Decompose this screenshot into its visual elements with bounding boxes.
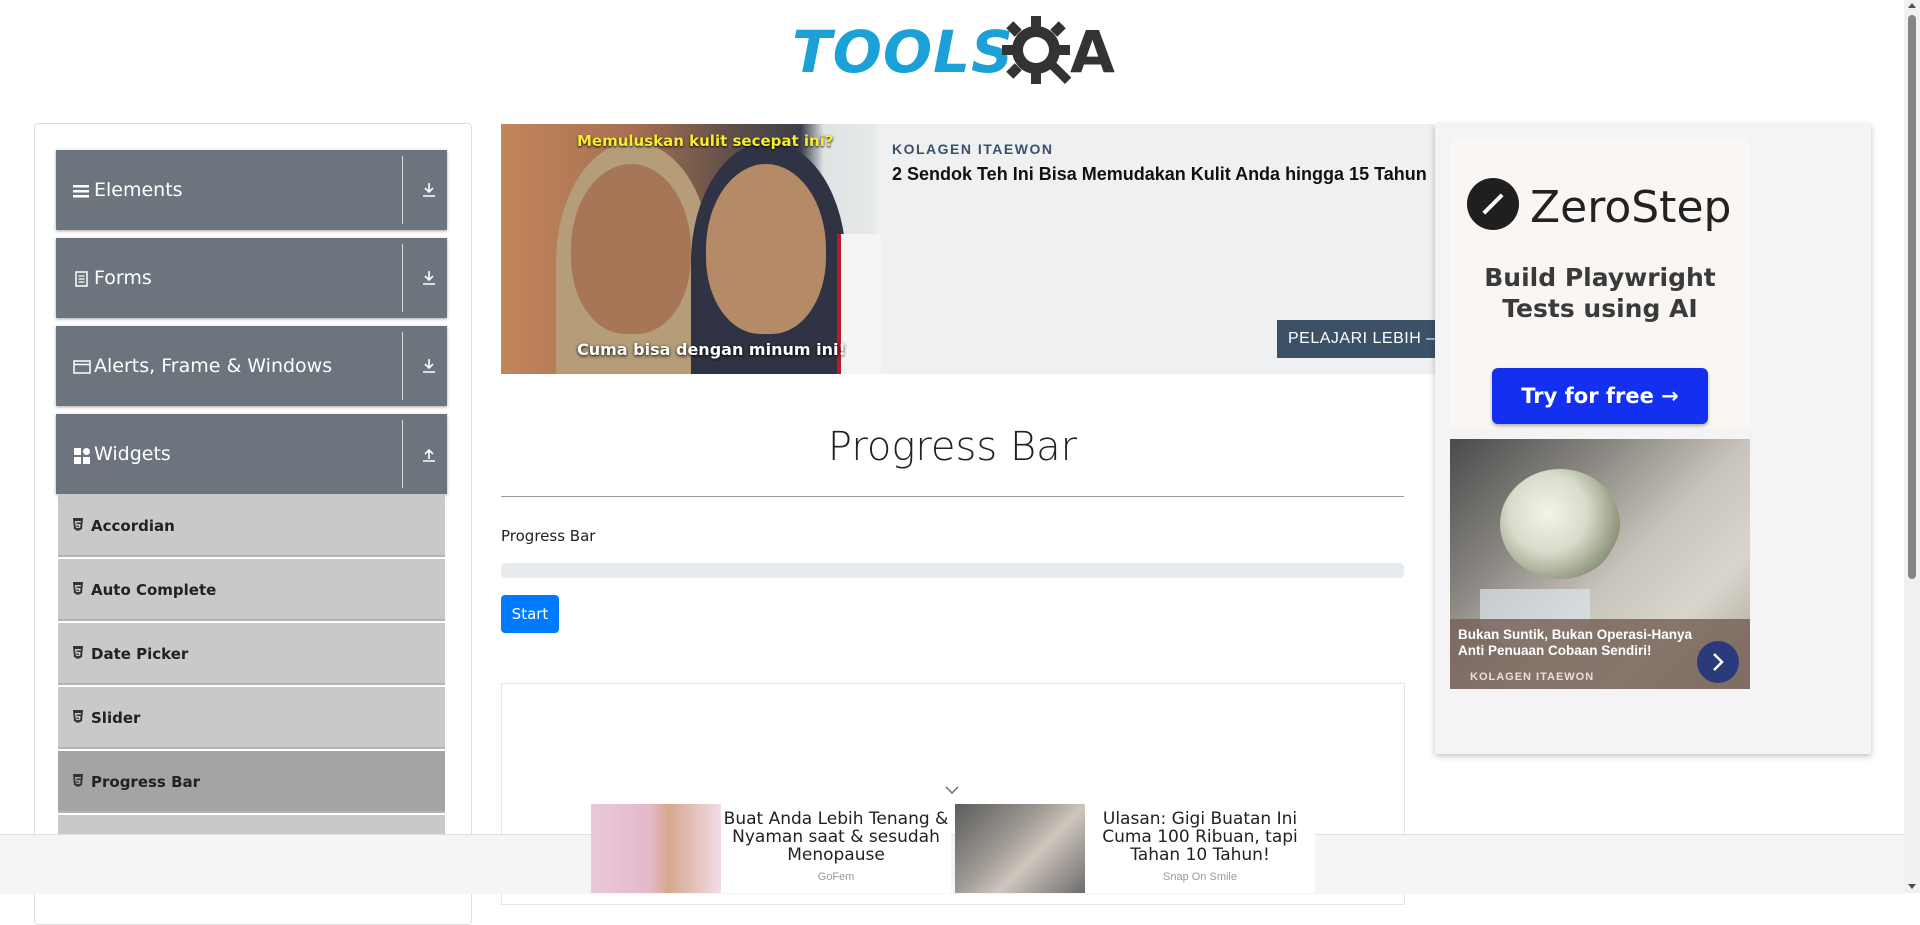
bottom-ad-bar <box>0 834 1904 894</box>
window-icon <box>73 360 91 374</box>
scroll-up-arrow-icon[interactable] <box>1908 3 1916 8</box>
ad-caption-text: Bukan Suntik, Bukan Operasi-Hanya Anti P… <box>1458 627 1693 658</box>
ad-title: Ulasan: Gigi Buatan Ini Cuma 100 Ribuan,… <box>1102 809 1298 865</box>
sidebar-group-forms[interactable]: Forms <box>56 238 447 318</box>
sidebar-item-auto-complete[interactable]: Auto Complete <box>58 559 445 621</box>
top-advertisement[interactable]: Memuluskan kulit secepat ini? Cuma bisa … <box>501 124 1435 374</box>
ad-source: GoFem <box>817 871 855 883</box>
zerostep-brand: ZeroStep <box>1530 182 1732 233</box>
page-title: Progress Bar <box>827 424 1078 470</box>
ad-caption: Bukan Suntik, Bukan Operasi-Hanya Anti P… <box>1450 619 1750 689</box>
ad-brand: KOLAGEN ITAEWON <box>1470 671 1595 683</box>
download-arrow-icon[interactable] <box>421 269 437 287</box>
right-advertisement[interactable]: ZeroStep Build Playwright Tests using AI… <box>1435 124 1871 754</box>
ad-image-caption-bottom: Cuma bisa dengan minum ini! <box>577 340 846 359</box>
ad-thumbnail <box>955 804 1085 893</box>
collagen-ad-card[interactable]: Bukan Suntik, Bukan Operasi-Hanya Anti P… <box>1450 439 1750 689</box>
sidebar-item-label: Accordian <box>91 517 175 535</box>
chevron-down-icon[interactable] <box>944 784 960 796</box>
document-icon <box>75 271 88 287</box>
sidebar-item-date-picker[interactable]: Date Picker <box>58 623 445 685</box>
sidebar-group-alerts[interactable]: Alerts, Frame & Windows <box>56 326 447 406</box>
sidebar-item-label: Date Picker <box>91 645 189 663</box>
sidebar-item-label: Progress Bar <box>91 773 201 791</box>
progress-bar <box>501 563 1404 578</box>
flower-image <box>1500 469 1620 579</box>
sidebar-group-label: Widgets <box>94 443 171 465</box>
logo-text-a: A <box>1070 18 1115 86</box>
start-button[interactable]: Start <box>501 595 559 633</box>
download-arrow-icon[interactable] <box>421 357 437 375</box>
progress-bar-label: Progress Bar <box>501 527 596 545</box>
sidebar-group-label: Forms <box>94 267 152 289</box>
scrollbar-thumb[interactable] <box>1908 15 1916 579</box>
ad-image: Memuluskan kulit secepat ini? Cuma bisa … <box>501 124 881 374</box>
divider <box>402 332 403 400</box>
ad-image-caption-top: Memuluskan kulit secepat ini? <box>577 132 834 150</box>
sidebar-group-elements[interactable]: Elements <box>56 150 447 230</box>
html5-icon <box>73 646 83 659</box>
sidebar-item-label: Auto Complete <box>91 581 217 599</box>
ad-brand: KOLAGEN ITAEWON <box>892 141 1054 157</box>
zerostep-logo-icon <box>1467 178 1519 230</box>
try-for-free-button[interactable]: Try for free → <box>1492 368 1708 424</box>
download-arrow-icon[interactable] <box>421 181 437 199</box>
sidebar-group-label: Elements <box>94 179 183 201</box>
html5-icon <box>73 710 83 723</box>
next-arrow-button[interactable] <box>1697 641 1739 683</box>
ad-image-shape <box>706 164 826 334</box>
widgets-icon <box>74 448 90 464</box>
sidebar-group-label: Alerts, Frame & Windows <box>94 355 333 377</box>
ad-image-shape <box>571 164 691 334</box>
sidebar-item-accordian[interactable]: Accordian <box>58 495 445 557</box>
bottom-ad-2[interactable]: Ulasan: Gigi Buatan Ini Cuma 100 Ribuan,… <box>955 804 1315 893</box>
sidebar-item-label: Slider <box>91 709 141 727</box>
ad-title: Buat Anda Lebih Tenang & Nyaman saat & s… <box>723 809 949 865</box>
gear-icon <box>1002 16 1072 85</box>
divider <box>501 496 1404 497</box>
html5-icon <box>73 582 83 595</box>
sidebar-group-widgets[interactable]: Widgets <box>56 414 447 494</box>
html5-icon <box>73 518 83 531</box>
zerostep-ad-card[interactable]: ZeroStep Build Playwright Tests using AI… <box>1450 138 1750 428</box>
divider <box>402 244 403 312</box>
ad-thumbnail <box>591 804 721 893</box>
vertical-scrollbar[interactable] <box>1904 0 1920 893</box>
chevron-right-icon <box>1713 653 1724 671</box>
left-sidebar: Elements Forms Alerts, Frame & Windows W… <box>34 123 472 925</box>
html5-icon <box>73 774 83 787</box>
upload-arrow-icon[interactable] <box>421 445 437 463</box>
sidebar-item-slider[interactable]: Slider <box>58 687 445 749</box>
divider <box>402 156 403 224</box>
divider <box>402 420 403 488</box>
logo-text: TOOLS <box>792 18 1014 86</box>
learn-more-button[interactable]: PELAJARI LEBIH – <box>1277 320 1435 358</box>
ad-source: Snap On Smile <box>1163 871 1237 883</box>
toolsqa-logo[interactable]: TOOLS A <box>792 14 1117 90</box>
bottom-ad-1[interactable]: Buat Anda Lebih Tenang & Nyaman saat & s… <box>591 804 951 893</box>
sidebar-item-progress-bar[interactable]: Progress Bar <box>58 751 445 813</box>
zerostep-tagline: Build Playwright Tests using AI <box>1484 263 1716 323</box>
ad-headline[interactable]: 2 Sendok Teh Ini Bisa Memudakan Kulit An… <box>892 164 1427 185</box>
scroll-down-arrow-icon[interactable] <box>1908 884 1916 889</box>
list-icon <box>73 185 89 198</box>
